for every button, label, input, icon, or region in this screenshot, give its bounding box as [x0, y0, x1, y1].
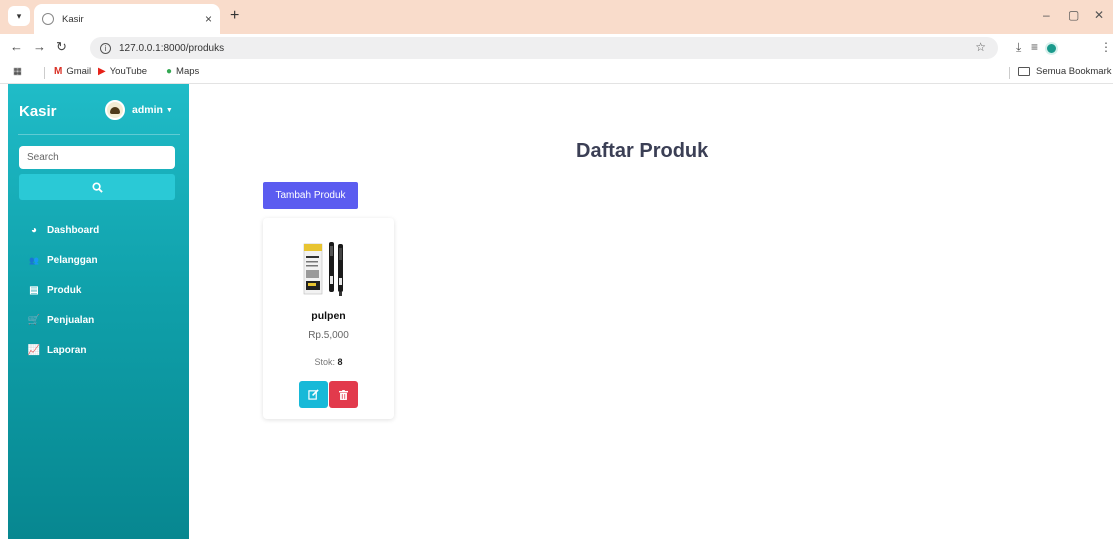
search-icon — [91, 181, 103, 193]
folder-icon — [1018, 67, 1030, 76]
bookmark-star-icon[interactable]: ☆ — [975, 40, 986, 54]
media-icon[interactable]: ≡ — [1031, 40, 1038, 54]
bookmark-youtube[interactable]: ▶ YouTube — [98, 66, 147, 77]
sidebar-item-label: Produk — [47, 285, 82, 296]
delete-button[interactable] — [329, 381, 358, 408]
edit-icon — [308, 389, 319, 400]
edit-button[interactable] — [299, 381, 328, 408]
sidebar-item-label: Penjualan — [47, 315, 95, 326]
chart-icon: 📈 — [27, 345, 41, 356]
all-bookmarks-button[interactable]: Semua Bookmark — [1018, 66, 1112, 77]
brand-logo[interactable]: Kasir — [19, 103, 57, 120]
browser-toolbar: ← → ↻ i 127.0.0.1:8000/produks ☆ ⤓ ≡ ⋮ — [0, 34, 1113, 62]
add-product-button[interactable]: Tambah Produk — [263, 182, 358, 209]
forward-button[interactable]: → — [33, 39, 46, 54]
globe-icon — [42, 13, 54, 25]
sidebar-item-laporan[interactable]: 📈 Laporan — [27, 345, 87, 356]
back-button[interactable]: ← — [10, 39, 23, 54]
youtube-icon: ▶ — [98, 66, 106, 77]
sidebar-item-penjualan[interactable]: 🛒 Penjualan — [27, 315, 94, 326]
stock-value: 8 — [337, 357, 343, 367]
address-bar[interactable]: i 127.0.0.1:8000/produks ☆ — [90, 37, 998, 59]
sidebar-item-label: Laporan — [47, 345, 87, 356]
maps-icon: ● — [166, 66, 173, 77]
sidebar-item-dashboard[interactable]: ◕ Dashboard — [27, 225, 99, 236]
bookmark-maps[interactable]: ● Maps — [166, 66, 199, 77]
restore-button[interactable]: ▢ — [1068, 8, 1079, 22]
all-bookmarks-label: Semua Bookmark — [1036, 66, 1112, 77]
bookmark-label: Maps — [176, 66, 200, 77]
apps-grid-icon[interactable]: ▦ — [13, 66, 22, 77]
bookmarks-divider — [1009, 67, 1010, 79]
new-tab-button[interactable]: + — [230, 7, 239, 25]
close-window-button[interactable]: ✕ — [1094, 8, 1104, 22]
bookmarks-divider — [44, 67, 45, 79]
site-info-icon[interactable]: i — [100, 42, 111, 54]
page-title: Daftar Produk — [576, 140, 709, 162]
bookmarks-bar: ▦ M Gmail ▶ YouTube ● Maps Semua Bookmar… — [0, 62, 1113, 84]
chevron-down-icon: ▾ — [16, 10, 22, 21]
product-image — [303, 242, 343, 296]
address-url: 127.0.0.1:8000/produks — [119, 42, 225, 54]
caret-down-icon: ▼ — [165, 106, 173, 114]
menu-kebab-icon[interactable]: ⋮ — [1100, 40, 1112, 54]
avatar — [105, 100, 125, 120]
product-name: pulpen — [311, 310, 346, 322]
tab-close-button[interactable]: × — [205, 12, 212, 26]
cart-icon: 🛒 — [27, 315, 41, 326]
sidebar-item-pelanggan[interactable]: 👥 Pelanggan — [27, 255, 98, 266]
sidebar-item-label: Pelanggan — [47, 255, 98, 266]
search-input[interactable] — [19, 146, 175, 169]
product-price: Rp.5,000 — [308, 330, 349, 341]
user-menu[interactable]: admin ▼ — [105, 100, 173, 120]
reload-button[interactable]: ↻ — [56, 39, 67, 55]
stock-label: Stok: — [314, 357, 335, 367]
browser-tabstrip: ▾ Kasir × + – ▢ ✕ — [0, 0, 1113, 34]
bookmark-gmail[interactable]: M Gmail — [54, 66, 91, 77]
bookmark-label: Gmail — [66, 66, 92, 77]
bookmark-label: YouTube — [109, 66, 148, 77]
product-card: pulpen Rp.5,000 Stok: 8 — [263, 218, 394, 419]
tab-list-button[interactable]: ▾ — [8, 6, 30, 26]
browser-tab[interactable]: Kasir × — [34, 4, 220, 34]
trash-icon — [339, 389, 348, 400]
sidebar-item-produk[interactable]: ▤ Produk — [27, 285, 81, 296]
tab-title: Kasir — [62, 13, 84, 25]
box-icon: ▤ — [29, 285, 39, 296]
sidebar-item-label: Dashboard — [47, 225, 100, 236]
search-button[interactable] — [19, 174, 175, 200]
dashboard-icon: ◕ — [30, 225, 38, 236]
download-icon[interactable]: ⤓ — [1016, 40, 1021, 55]
profile-avatar[interactable] — [1045, 42, 1058, 55]
users-icon: 👥 — [29, 256, 39, 265]
gmail-icon: M — [54, 66, 63, 77]
product-stock: Stok: 8 — [263, 357, 394, 367]
sidebar: Kasir admin ▼ ◕ Dashboard 👥 Pelanggan ▤ … — [8, 84, 189, 539]
sidebar-divider — [18, 134, 180, 135]
user-name: admin — [132, 104, 163, 116]
minimize-button[interactable]: – — [1043, 8, 1050, 22]
